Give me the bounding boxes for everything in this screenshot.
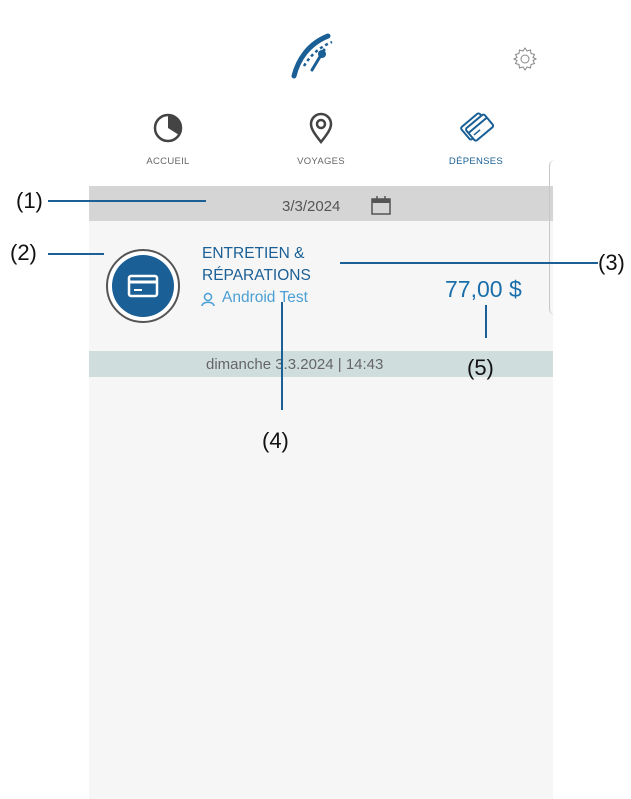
gear-icon[interactable] xyxy=(512,46,538,72)
calendar-icon[interactable] xyxy=(370,195,392,215)
tab-label: VOYAGES xyxy=(297,156,345,167)
callout-4: (4) xyxy=(262,428,289,453)
tab-accueil[interactable]: ACCUEIL xyxy=(108,112,228,172)
expense-timestamp: dimanche 3.3.2024 | 14:43 xyxy=(206,356,384,373)
pie-chart-icon xyxy=(153,113,183,143)
date-value[interactable]: 3/3/2024 xyxy=(282,198,340,215)
expense-user-name: Android Test xyxy=(222,289,308,306)
tab-voyages[interactable]: VOYAGES xyxy=(261,112,381,172)
callout-4-line xyxy=(281,302,283,410)
callout-5: (5) xyxy=(467,355,494,380)
user-icon xyxy=(201,292,215,307)
credit-card-icon xyxy=(106,249,180,323)
credit-cards-icon xyxy=(460,112,494,142)
callout-1: (1) xyxy=(16,188,43,213)
callout-2: (2) xyxy=(10,240,37,265)
callout-1-line xyxy=(48,200,206,202)
callout-3-line xyxy=(340,262,598,264)
tab-depenses[interactable]: DÉPENSES xyxy=(416,112,536,172)
expense-category-line1[interactable]: ENTRETIEN & xyxy=(202,245,304,263)
map-pin-icon xyxy=(309,112,333,144)
speedometer-logo-icon xyxy=(291,33,333,79)
expense-amount[interactable]: 77,00 $ xyxy=(445,276,522,303)
callout-2-line xyxy=(48,253,104,255)
expense-category-line2[interactable]: RÉPARATIONS xyxy=(202,267,311,285)
tab-label: ACCUEIL xyxy=(146,156,190,167)
callout-3: (3) xyxy=(598,250,625,275)
scroll-indicator xyxy=(549,160,562,315)
tab-label: DÉPENSES xyxy=(448,156,504,167)
callout-5-line xyxy=(485,305,487,338)
